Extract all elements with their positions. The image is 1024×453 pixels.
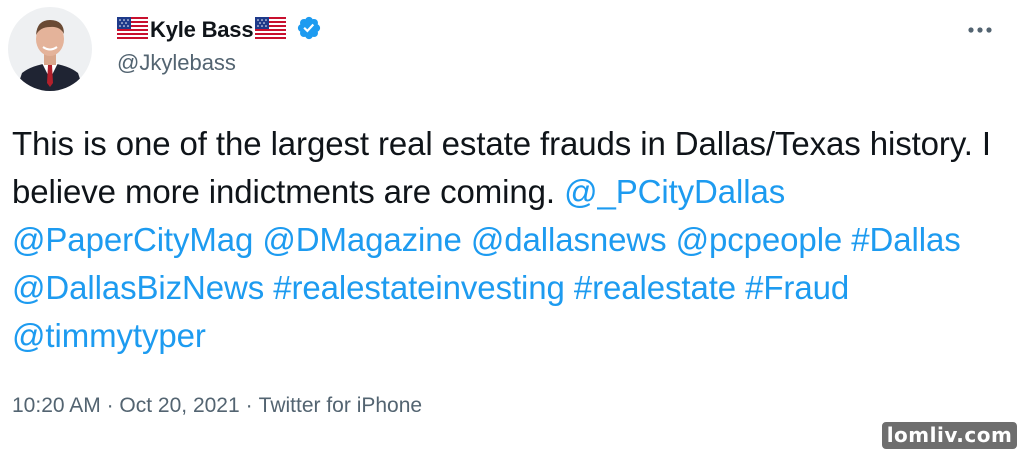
tweet-text-segment <box>667 221 676 258</box>
hashtag-link[interactable]: #realestateinvesting <box>273 269 565 306</box>
tweet-text-segment <box>736 269 745 306</box>
author-display-name: Kyle Bass <box>150 17 254 42</box>
tweet-text: This is one of the largest real estate f… <box>12 120 1002 360</box>
tweet-text-segment <box>253 221 262 258</box>
us-flag-icon <box>255 16 287 44</box>
tweet-text-segment <box>842 221 851 258</box>
tweet-text-segment <box>565 269 574 306</box>
tweet-text-segment <box>264 269 273 306</box>
tweet-timestamp-link[interactable]: 10:20 AM · Oct 20, 2021 <box>12 394 240 418</box>
author-name-row[interactable]: Kyle Bass <box>117 14 322 46</box>
avatar[interactable] <box>8 7 92 91</box>
meta-separator: · <box>245 394 253 417</box>
author-handle[interactable]: @Jkylebass <box>117 50 236 76</box>
tweet-date: Oct 20, 2021 <box>119 394 240 417</box>
mention-link[interactable]: @pcpeople <box>676 221 843 258</box>
tweet-source-link[interactable]: Twitter for iPhone <box>259 394 422 418</box>
meta-separator: · <box>106 394 114 417</box>
mention-link[interactable]: @_PCityDallas <box>564 173 785 210</box>
avatar-image <box>8 7 92 91</box>
tweet-card: Kyle Bass @Jkylebass This is one of the … <box>0 0 1024 453</box>
hashtag-link[interactable]: #Dallas <box>851 221 960 258</box>
tweet-text-segment <box>462 221 471 258</box>
mention-link[interactable]: @dallasnews <box>471 221 667 258</box>
mention-link[interactable]: @timmytyper <box>12 317 206 354</box>
mention-link[interactable]: @DMagazine <box>262 221 462 258</box>
hashtag-link[interactable]: #Fraud <box>745 269 849 306</box>
watermark: lomliv.com <box>880 420 1019 451</box>
verified-badge-icon <box>296 15 322 46</box>
more-options-icon[interactable] <box>960 16 1000 44</box>
tweet-time: 10:20 AM <box>12 394 101 417</box>
us-flag-icon <box>117 16 148 44</box>
hashtag-link[interactable]: #realestate <box>574 269 736 306</box>
mention-link[interactable]: @DallasBizNews <box>12 269 264 306</box>
tweet-text-segment: This is one of the largest real estate f… <box>12 125 991 210</box>
tweet-metadata: 10:20 AM · Oct 20, 2021 · Twitter for iP… <box>12 394 422 418</box>
mention-link[interactable]: @PaperCityMag <box>12 221 253 258</box>
